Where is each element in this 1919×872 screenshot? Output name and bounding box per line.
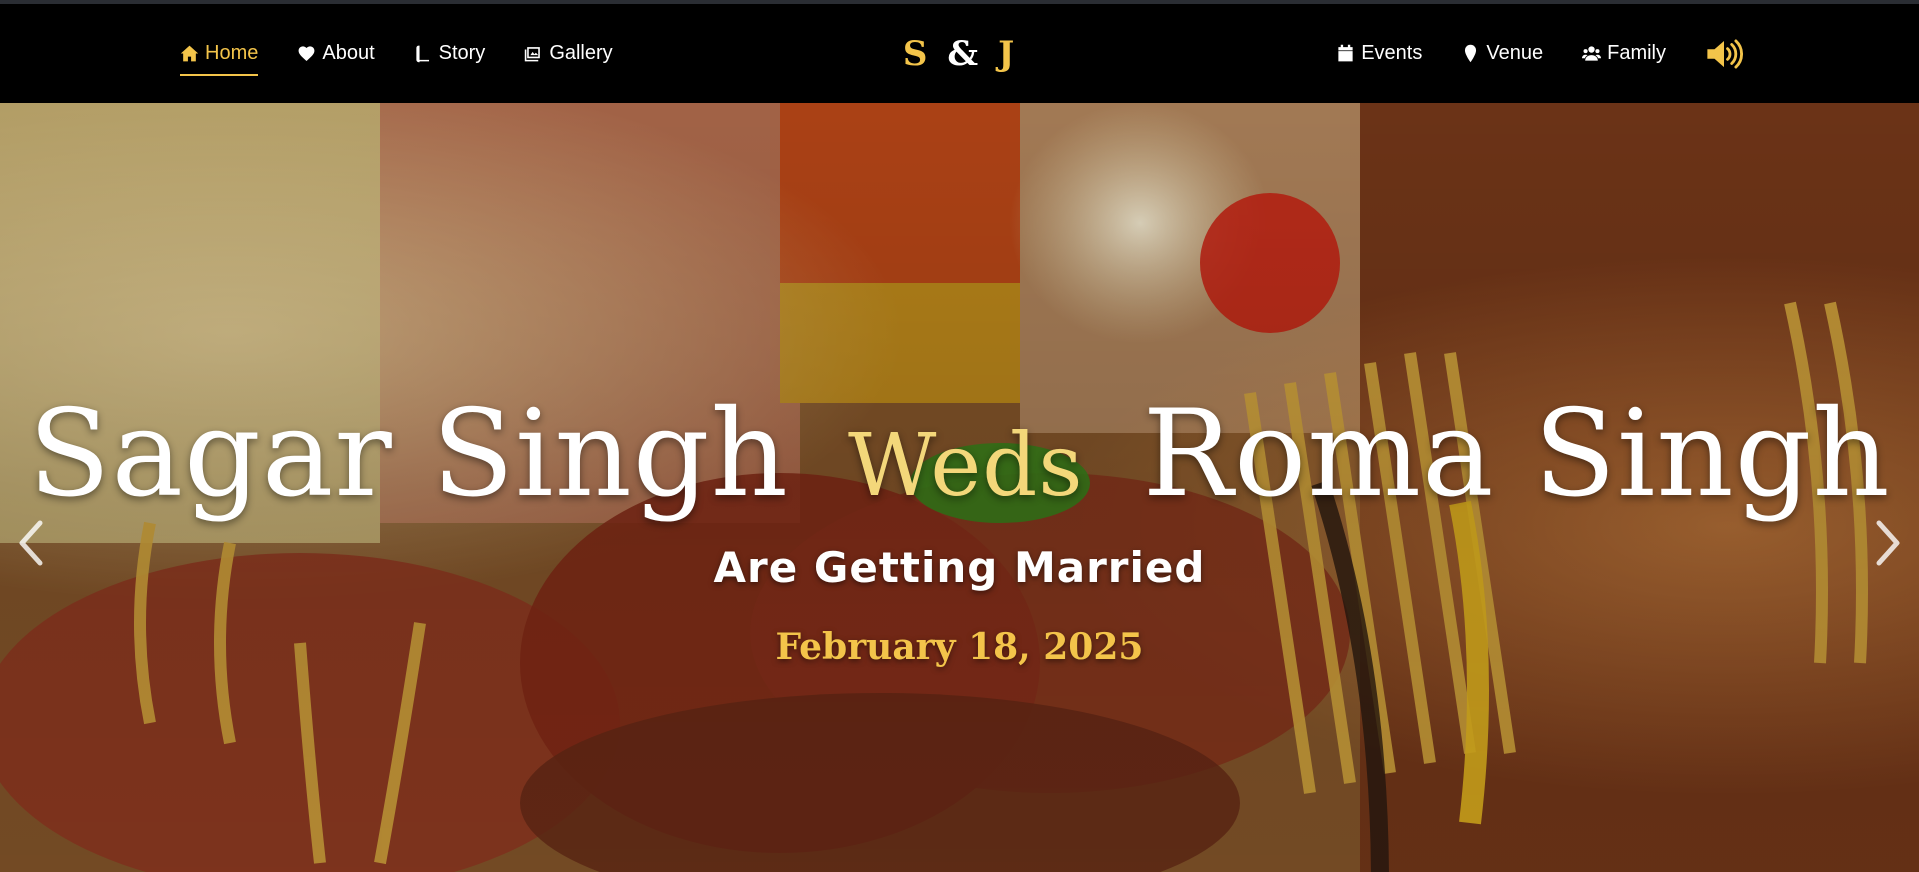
wedding-date: February 18, 2025 [775, 626, 1144, 668]
nav-gallery-label: Gallery [549, 42, 613, 64]
weds-connector: Weds [848, 416, 1084, 516]
carousel-prev-button[interactable] [12, 515, 52, 571]
nav-home-label: Home [205, 42, 259, 64]
heart-icon [298, 46, 315, 62]
couple-names-heading: Sagar Singh Weds Roma Singh [0, 385, 1919, 524]
calendar-icon [1338, 44, 1353, 62]
nav-home[interactable]: Home [180, 4, 259, 103]
navbar: Home About Story Gallery S & J Events Ve… [0, 4, 1919, 103]
map-pin-icon [1465, 44, 1477, 63]
hero-carousel: Sagar Singh Weds Roma Singh Are Getting … [0, 103, 1919, 872]
chevron-left-icon [19, 520, 43, 566]
brand-monogram[interactable]: S & J [903, 4, 1016, 103]
home-icon [180, 45, 199, 62]
brand-first-initial: S [902, 33, 930, 74]
chevron-right-icon [1876, 520, 1900, 566]
nav-about-label: About [322, 42, 375, 64]
nav-right-group: Events Venue Family [1297, 4, 1743, 103]
carousel-next-button[interactable] [1867, 515, 1907, 571]
volume-up-icon [1707, 39, 1743, 68]
nav-venue-label: Venue [1486, 42, 1544, 64]
users-icon [1582, 46, 1602, 61]
nav-gallery[interactable]: Gallery [524, 4, 613, 103]
hero-tagline: Are Getting Married [713, 543, 1206, 592]
groom-name: Sagar Singh [28, 385, 789, 524]
bride-name: Roma Singh [1142, 385, 1891, 524]
nav-about[interactable]: About [297, 4, 375, 103]
nav-story[interactable]: Story [414, 4, 486, 103]
nav-family[interactable]: Family [1582, 4, 1666, 103]
nav-events[interactable]: Events [1336, 4, 1422, 103]
nav-story-label: Story [438, 42, 486, 64]
book-icon [416, 45, 429, 63]
brand-ampersand: & [947, 33, 981, 74]
nav-venue[interactable]: Venue [1461, 4, 1543, 103]
nav-family-label: Family [1607, 42, 1666, 64]
nav-left-group: Home About Story Gallery [180, 4, 652, 103]
images-icon [525, 47, 541, 62]
brand-second-initial: J [998, 33, 1017, 74]
audio-toggle-button[interactable] [1705, 4, 1743, 103]
nav-events-label: Events [1361, 42, 1423, 64]
